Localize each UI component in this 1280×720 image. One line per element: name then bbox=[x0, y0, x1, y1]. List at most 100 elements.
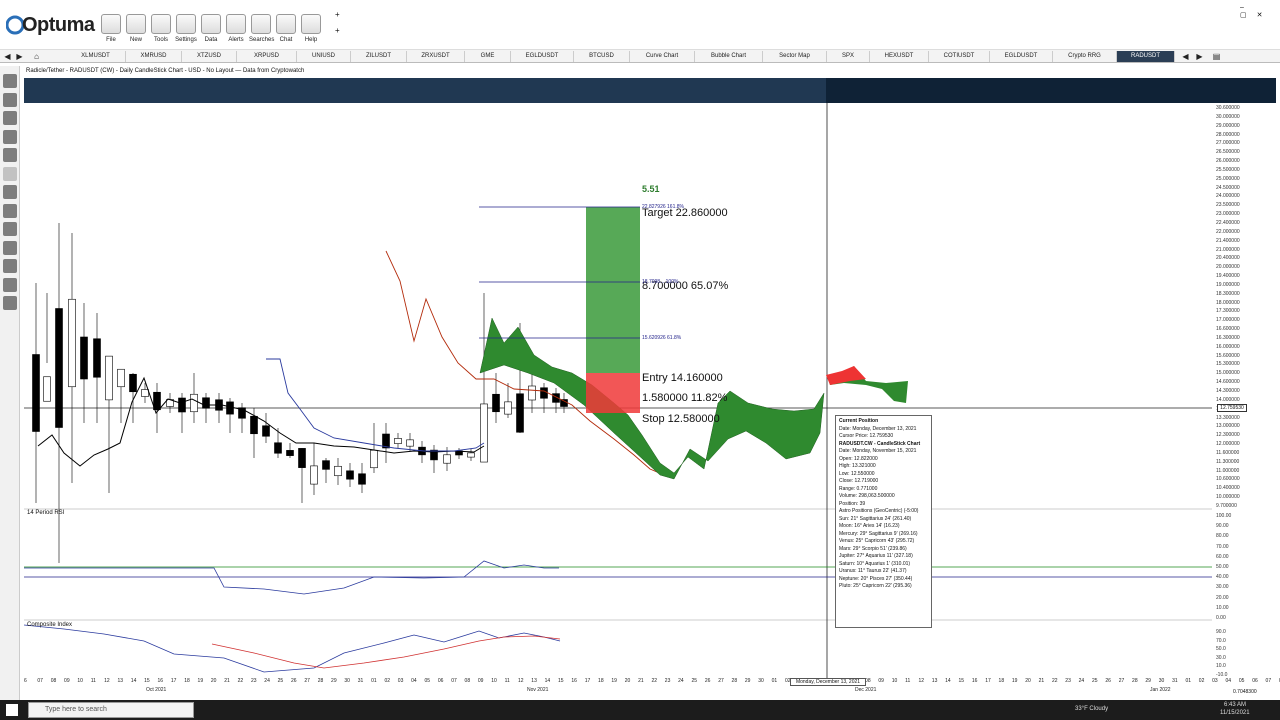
fib-label-top: 22.827926 161.8% bbox=[642, 204, 684, 210]
tooltip-position: Position: 39 bbox=[839, 500, 866, 507]
chat-button[interactable]: Chat bbox=[274, 14, 298, 43]
date-tick-label: 31 bbox=[357, 678, 364, 684]
help-button[interactable]: Help bbox=[299, 14, 323, 43]
date-tick-label: 15 bbox=[958, 678, 965, 684]
tab-scroll-left-icon[interactable]: ◀ bbox=[1180, 51, 1191, 62]
date-tick-label: 06 bbox=[437, 678, 444, 684]
candle-body bbox=[43, 376, 51, 402]
properties-icon[interactable] bbox=[3, 296, 17, 310]
date-tick-label: 24 bbox=[678, 678, 684, 684]
tabs-back-arrow-icon[interactable]: ◀ bbox=[2, 51, 13, 62]
tab-crypto-rrg[interactable]: Crypto RRG bbox=[1053, 51, 1117, 62]
price-tick-label: 23.000000 bbox=[1216, 211, 1240, 218]
price-line-black bbox=[37, 376, 485, 467]
candle-body bbox=[286, 450, 294, 456]
tab-uniusd[interactable]: UNIUSD bbox=[297, 51, 351, 62]
chart-plot-area[interactable] bbox=[24, 103, 1212, 698]
alerts-button[interactable]: Alerts bbox=[224, 14, 248, 43]
date-tick-label: 20 bbox=[624, 678, 631, 684]
price-tick-label: 11.300000 bbox=[1216, 458, 1240, 465]
redo-icon[interactable] bbox=[3, 166, 17, 181]
tab-bubble-chart[interactable]: Bubble Chart bbox=[695, 51, 763, 62]
date-tick-label: 22 bbox=[651, 678, 657, 684]
undo-icon[interactable] bbox=[3, 148, 17, 162]
folder-icon bbox=[101, 14, 121, 34]
new-button[interactable]: New bbox=[124, 14, 148, 43]
window-controls[interactable]: –▢✕ bbox=[1240, 4, 1280, 19]
home-icon[interactable]: ⌂ bbox=[31, 51, 42, 62]
tab-zilusdt[interactable]: ZILUSDT bbox=[351, 51, 407, 62]
price-tick-label: 13.300000 bbox=[1216, 414, 1240, 421]
candle-body bbox=[322, 460, 330, 470]
tab-xlmusdt[interactable]: XLMUSDT bbox=[66, 51, 126, 62]
layers-icon[interactable] bbox=[3, 259, 17, 273]
settings-button[interactable]: Settings bbox=[174, 14, 198, 43]
tab-radusdt[interactable]: RADUSDT bbox=[1117, 51, 1175, 62]
tabs-forward-arrow-icon[interactable]: ▶ bbox=[14, 51, 25, 62]
rsi-tick-label: 20.00 bbox=[1216, 594, 1229, 601]
pen-tool-icon[interactable] bbox=[3, 185, 17, 199]
price-tick-label: 14.000000 bbox=[1216, 396, 1240, 403]
add-icon[interactable]: + bbox=[335, 26, 340, 35]
ci-tick-label: 10.0 bbox=[1216, 663, 1226, 670]
tooltip-cursor-price: Cursor Price: 12.759530 bbox=[839, 433, 894, 439]
date-tick-label: 12 bbox=[517, 678, 524, 684]
data-button[interactable]: Data bbox=[199, 14, 223, 43]
stop-label: Stop 12.580000 bbox=[642, 413, 720, 425]
tab-xtzusd[interactable]: XTZUSD bbox=[182, 51, 237, 62]
tab-list-icon[interactable]: ▤ bbox=[1211, 51, 1222, 62]
date-tick-label: 06 bbox=[1252, 678, 1258, 684]
print-icon[interactable] bbox=[3, 129, 17, 144]
taskbar-search-input[interactable]: Type here to search bbox=[28, 702, 194, 718]
tab-scroll-right-icon[interactable]: ▶ bbox=[1194, 51, 1205, 62]
tab-btcusd[interactable]: BTCUSD bbox=[574, 51, 630, 62]
save-icon[interactable] bbox=[3, 111, 17, 125]
date-tick-label: 22 bbox=[237, 678, 244, 684]
tab-cotiusdt[interactable]: COTIUSDT bbox=[929, 51, 990, 62]
price-tick-label: 24.000000 bbox=[1216, 193, 1240, 200]
tools-button[interactable]: Tools bbox=[149, 14, 173, 43]
rsi-tick-label: 30.00 bbox=[1216, 584, 1229, 591]
tab-sector-map[interactable]: Sector Map bbox=[763, 51, 827, 62]
tab-curve-chart[interactable]: Curve Chart bbox=[630, 51, 695, 62]
price-axis[interactable]: 30.600000 30.000000 29.000000 28.000000 27.0… bbox=[1212, 103, 1276, 678]
layout-icon[interactable] bbox=[3, 74, 17, 88]
price-tick-label: 20.000000 bbox=[1216, 264, 1240, 271]
grid-icon[interactable] bbox=[3, 240, 17, 255]
price-tick-label: 24.500000 bbox=[1216, 184, 1240, 191]
folder-icon[interactable] bbox=[3, 92, 17, 107]
weather-text: 33°F Cloudy bbox=[1075, 706, 1109, 712]
tab-xrpusd[interactable]: XRPUSD bbox=[237, 51, 297, 62]
price-tick-label: 20.400000 bbox=[1216, 255, 1240, 262]
date-tick-label: 05 bbox=[424, 678, 431, 684]
lock-icon[interactable] bbox=[3, 222, 17, 236]
date-tick-label: 03 bbox=[1212, 678, 1218, 684]
rsi-tick-label: 40.00 bbox=[1216, 574, 1229, 581]
crosshair-icon[interactable] bbox=[3, 203, 17, 218]
price-tick-label: 12.000000 bbox=[1216, 441, 1240, 448]
tab-spx[interactable]: SPX bbox=[827, 51, 870, 62]
price-tick-label: 12.300000 bbox=[1216, 432, 1240, 439]
price-tick-label: 25.000000 bbox=[1216, 175, 1240, 182]
searches-button[interactable]: Searches bbox=[249, 14, 274, 43]
tooltip-open: Open: 12.822000 bbox=[839, 455, 878, 462]
date-tick-label: 07 bbox=[451, 678, 457, 684]
tab-egldusdt[interactable]: EGLDUSDT bbox=[511, 51, 574, 62]
tab-zrxusdt[interactable]: ZRXUSDT bbox=[407, 51, 465, 62]
file-button[interactable]: File bbox=[99, 14, 123, 43]
tab-gme[interactable]: GME bbox=[465, 51, 511, 62]
windows-start-icon[interactable] bbox=[6, 704, 18, 716]
candle-body bbox=[334, 465, 342, 477]
price-tick-label: 25.500000 bbox=[1216, 166, 1240, 173]
tab-hexusdt[interactable]: HEXUSDT bbox=[870, 51, 929, 62]
candle-body bbox=[93, 338, 101, 378]
rsi-tick-label: 60.00 bbox=[1216, 553, 1229, 560]
tab-egldusdt[interactable]: EGLDUSDT bbox=[990, 51, 1053, 62]
expand-icon[interactable]: + bbox=[335, 10, 340, 19]
tab-xmrusd[interactable]: XMRUSD bbox=[126, 51, 182, 62]
search-icon bbox=[251, 14, 271, 34]
list-icon[interactable] bbox=[3, 277, 17, 292]
date-tick-label: 12 bbox=[918, 678, 924, 684]
date-axis[interactable]: 6 07 08 09 10 11 12 13 14 15 16 17 18 19 20 21 22 23 24 25 2… bbox=[24, 676, 1280, 696]
date-tick-label: 13 bbox=[117, 678, 123, 684]
